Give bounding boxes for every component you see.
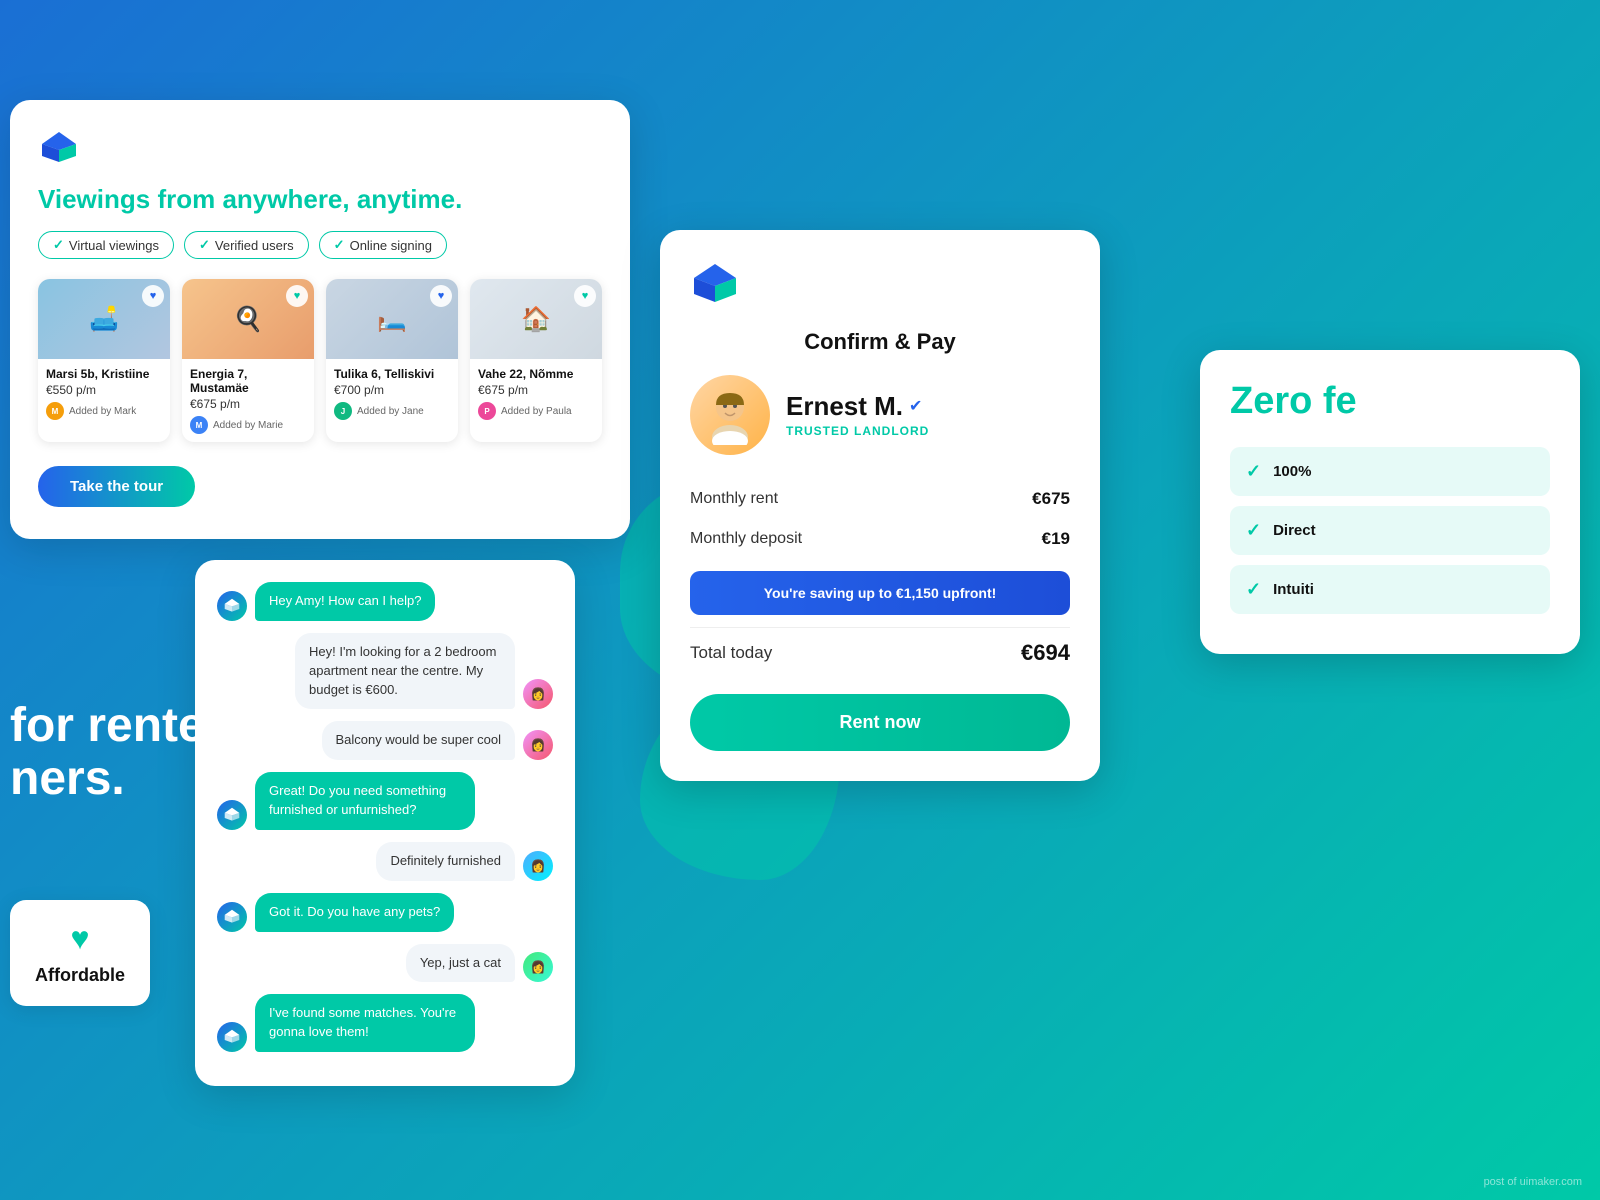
property-price-3: €700 p/m xyxy=(334,383,450,397)
landlord-info: Ernest M. ✔ TRUSTED LANDLORD xyxy=(786,391,929,440)
watermark: post of uimaker.com xyxy=(1484,1176,1582,1188)
chat-bubble-6: Got it. Do you have any pets? xyxy=(255,893,454,932)
property-info-4: Vahe 22, Nõmme €675 p/m P Added by Paula xyxy=(470,359,602,428)
property-info-1: Marsi 5b, Kristiine €550 p/m M Added by … xyxy=(38,359,170,428)
chat-bubble-1: Hey Amy! How can I help? xyxy=(255,582,435,621)
property-list: 🛋️ ♥ Marsi 5b, Kristiine €550 p/m M Adde… xyxy=(38,279,602,442)
chat-bubble-7: Yep, just a cat xyxy=(406,944,515,983)
zero-check-icon-1: ✓ xyxy=(1246,461,1261,482)
property-price-2: €675 p/m xyxy=(190,397,306,411)
zero-check-icon-2: ✓ xyxy=(1246,520,1261,541)
zero-check-icon-3: ✓ xyxy=(1246,579,1261,600)
badge-verified: ✓ Verified users xyxy=(184,231,309,259)
chat-bubble-2: Hey! I'm looking for a 2 bedroom apartme… xyxy=(295,633,515,710)
badge-list: ✓ Virtual viewings ✓ Verified users ✓ On… xyxy=(38,231,602,259)
monthly-deposit-value: €19 xyxy=(1042,529,1070,549)
chat-msg-2: Hey! I'm looking for a 2 bedroom apartme… xyxy=(217,633,553,710)
zero-item-2: ✓ Direct xyxy=(1230,506,1550,555)
agent-avatar-jane: J xyxy=(334,402,352,420)
total-row: Total today €694 xyxy=(690,627,1070,678)
property-price-1: €550 p/m xyxy=(46,383,162,397)
chat-msg-3: Balcony would be super cool 👩 xyxy=(217,721,553,760)
property-agent-3: J Added by Jane xyxy=(334,402,450,420)
confirm-card-logo xyxy=(690,260,1070,311)
property-card-1[interactable]: 🛋️ ♥ Marsi 5b, Kristiine €550 p/m M Adde… xyxy=(38,279,170,442)
property-name-1: Marsi 5b, Kristiine xyxy=(46,367,162,381)
property-card-2[interactable]: 🍳 ♥ Energia 7, Mustamäe €675 p/m M Added… xyxy=(182,279,314,442)
landlord-section: Ernest M. ✔ TRUSTED LANDLORD xyxy=(690,375,1070,455)
chat-bubble-5: Definitely furnished xyxy=(376,842,515,881)
bot-avatar-3 xyxy=(217,902,247,932)
property-name-4: Vahe 22, Nõmme xyxy=(478,367,594,381)
favorite-icon-1[interactable]: ♥ xyxy=(142,285,164,307)
user-avatar-1: 👩 xyxy=(523,679,553,709)
property-image-4: 🏠 ♥ xyxy=(470,279,602,359)
chat-msg-4: Great! Do you need something furnished o… xyxy=(217,772,553,830)
chat-msg-5: Definitely furnished 👩 xyxy=(217,842,553,881)
affordable-label: Affordable xyxy=(35,965,125,986)
chat-msg-8: I've found some matches. You're gonna lo… xyxy=(217,994,553,1052)
take-tour-button[interactable]: Take the tour xyxy=(38,466,195,507)
saving-banner: You're saving up to €1,150 upfront! xyxy=(690,571,1070,615)
property-agent-2: M Added by Marie xyxy=(190,416,306,434)
user-avatar-3: 👩 xyxy=(523,851,553,881)
chat-card: Hey Amy! How can I help? Hey! I'm lookin… xyxy=(195,560,575,1086)
property-image-2: 🍳 ♥ xyxy=(182,279,314,359)
property-price-4: €675 p/m xyxy=(478,383,594,397)
property-name-3: Tulika 6, Telliskivi xyxy=(334,367,450,381)
badge-virtual: ✓ Virtual viewings xyxy=(38,231,174,259)
total-label: Total today xyxy=(690,643,772,663)
left-text-line1: for renters ners. xyxy=(10,700,250,806)
monthly-rent-label: Monthly rent xyxy=(690,490,778,508)
property-info-2: Energia 7, Mustamäe €675 p/m M Added by … xyxy=(182,359,314,442)
property-info-3: Tulika 6, Telliskivi €700 p/m J Added by… xyxy=(326,359,458,428)
landlord-role: TRUSTED LANDLORD xyxy=(786,424,929,438)
zero-item-3: ✓ Intuiti xyxy=(1230,565,1550,614)
landlord-name: Ernest M. xyxy=(786,391,903,422)
chat-bubble-3: Balcony would be super cool xyxy=(322,721,516,760)
chat-msg-1: Hey Amy! How can I help? xyxy=(217,582,553,621)
left-text-section: for renters ners. xyxy=(10,700,250,806)
favorite-icon-2[interactable]: ♥ xyxy=(286,285,308,307)
favorite-icon-3[interactable]: ♥ xyxy=(430,285,452,307)
bot-avatar-1 xyxy=(217,591,247,621)
property-name-2: Energia 7, Mustamäe xyxy=(190,367,306,395)
user-avatar-4: 👩 xyxy=(523,952,553,982)
monthly-deposit-label: Monthly deposit xyxy=(690,530,802,548)
monthly-rent-row: Monthly rent €675 xyxy=(690,479,1070,519)
affordable-card: ♥ Affordable xyxy=(10,900,150,1006)
bot-avatar-4 xyxy=(217,1022,247,1052)
zero-fees-title: Zero fe xyxy=(1230,380,1550,423)
viewings-title: Viewings from anywhere, anytime. xyxy=(38,184,602,215)
favorite-icon-4[interactable]: ♥ xyxy=(574,285,596,307)
chat-msg-6: Got it. Do you have any pets? xyxy=(217,893,553,932)
property-agent-1: M Added by Mark xyxy=(46,402,162,420)
agent-avatar-marie: M xyxy=(190,416,208,434)
chat-bubble-4: Great! Do you need something furnished o… xyxy=(255,772,475,830)
rent-now-button[interactable]: Rent now xyxy=(690,694,1070,751)
property-agent-4: P Added by Paula xyxy=(478,402,594,420)
monthly-rent-value: €675 xyxy=(1032,489,1070,509)
confirm-title: Confirm & Pay xyxy=(690,329,1070,355)
verify-checkmark-icon: ✔ xyxy=(909,396,922,416)
property-image-3: 🛏️ ♥ xyxy=(326,279,458,359)
landlord-avatar xyxy=(690,375,770,455)
property-card-3[interactable]: 🛏️ ♥ Tulika 6, Telliskivi €700 p/m J Add… xyxy=(326,279,458,442)
chat-msg-7: Yep, just a cat 👩 xyxy=(217,944,553,983)
agent-avatar-mark: M xyxy=(46,402,64,420)
property-image-1: 🛋️ ♥ xyxy=(38,279,170,359)
viewings-card: Viewings from anywhere, anytime. ✓ Virtu… xyxy=(10,100,630,539)
monthly-deposit-row: Monthly deposit €19 xyxy=(690,519,1070,559)
property-card-4[interactable]: 🏠 ♥ Vahe 22, Nõmme €675 p/m P Added by P… xyxy=(470,279,602,442)
agent-avatar-paula: P xyxy=(478,402,496,420)
badge-signing: ✓ Online signing xyxy=(319,231,447,259)
heart-icon: ♥ xyxy=(71,920,90,957)
user-avatar-2: 👩 xyxy=(523,730,553,760)
total-value: €694 xyxy=(1021,640,1070,666)
chat-bubble-8: I've found some matches. You're gonna lo… xyxy=(255,994,475,1052)
zero-fees-card: Zero fe ✓ 100% ✓ Direct ✓ Intuiti xyxy=(1200,350,1580,654)
logo xyxy=(38,128,80,170)
confirm-pay-card: Confirm & Pay Ernest M. ✔ xyxy=(660,230,1100,781)
zero-item-1: ✓ 100% xyxy=(1230,447,1550,496)
